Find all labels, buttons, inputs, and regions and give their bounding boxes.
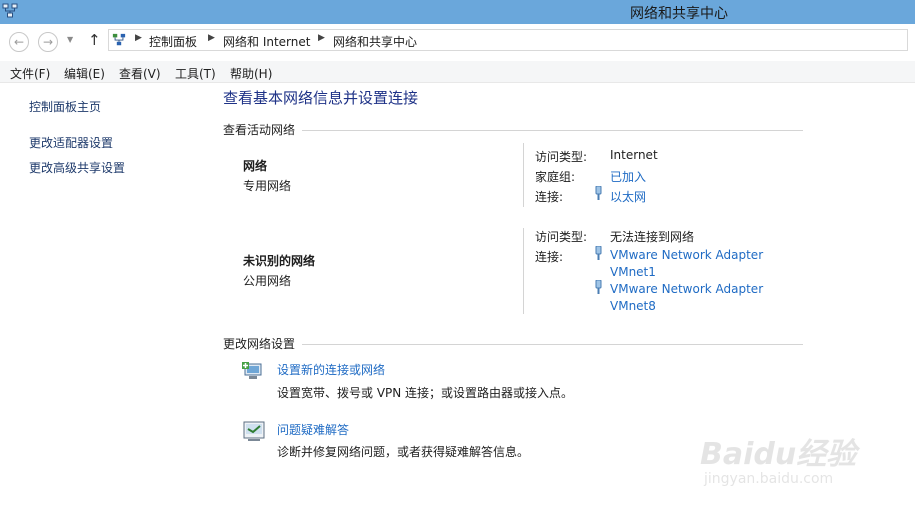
sidebar-item-change-advanced-sharing[interactable]: 更改高级共享设置	[29, 159, 125, 176]
watermark-url: jingyan.baidu.com	[704, 471, 834, 487]
address-bar[interactable]: ▶ 控制面板 ▶ 网络和 Internet ▶ 网络和共享中心	[108, 29, 908, 51]
network-name: 未识别的网络	[243, 254, 316, 268]
menu-tools[interactable]: 工具(T)	[175, 65, 216, 82]
title-bar: 网络和共享中心	[0, 0, 915, 24]
vertical-divider	[523, 143, 524, 207]
access-type-label: 访问类型:	[535, 230, 588, 244]
navigation-bar: ← → ▼ ↑ ▶ 控制面板 ▶ 网络和 Internet ▶ 网络和共享中心	[0, 24, 915, 60]
menu-file[interactable]: 文件(F)	[10, 65, 50, 82]
sidebar-item-change-adapter-settings[interactable]: 更改适配器设置	[29, 134, 113, 151]
connection-label: 连接:	[535, 250, 564, 264]
network-type[interactable]: 专用网络	[243, 177, 291, 194]
forward-arrow-icon[interactable]: →	[38, 32, 58, 52]
recent-pages-chevron-icon[interactable]: ▼	[67, 35, 73, 44]
troubleshoot-problems-description: 诊断并修复网络问题，或者获得疑难解答信息。	[277, 445, 530, 459]
troubleshoot-icon	[243, 421, 265, 441]
menu-edit[interactable]: 编辑(E)	[64, 65, 105, 82]
ethernet-plug-icon	[595, 186, 602, 200]
active-networks-heading: 查看活动网络	[223, 123, 296, 137]
network-name: 网络	[243, 159, 268, 173]
troubleshoot-problems-link[interactable]: 问题疑难解答	[277, 421, 349, 438]
breadcrumb-control-panel[interactable]: 控制面板	[149, 33, 197, 50]
ethernet-plug-icon	[595, 246, 602, 260]
breadcrumb-separator-icon[interactable]: ▶	[135, 33, 142, 43]
back-arrow-icon[interactable]: ←	[9, 32, 29, 52]
network-type[interactable]: 公用网络	[243, 272, 291, 289]
menu-bar: 文件(F) 编辑(E) 查看(V) 工具(T) 帮助(H)	[0, 61, 915, 83]
ethernet-connection-link[interactable]: 以太网	[610, 188, 646, 205]
homegroup-label: 家庭组:	[535, 170, 576, 184]
section-divider	[302, 344, 803, 345]
breadcrumb-separator-icon[interactable]: ▶	[318, 33, 325, 43]
breadcrumb-network-internet[interactable]: 网络和 Internet	[223, 33, 310, 50]
baidu-watermark: Baidu经验 jingyan.baidu.com	[700, 425, 875, 510]
page-title: 查看基本网络信息并设置连接	[223, 89, 419, 107]
setup-new-connection-link[interactable]: 设置新的连接或网络	[277, 361, 385, 378]
vmnet1-adapter-link[interactable]: VMnet1	[610, 265, 656, 279]
network-location-icon	[112, 33, 126, 46]
menu-help[interactable]: 帮助(H)	[230, 65, 272, 82]
access-type-label: 访问类型:	[535, 150, 588, 164]
breadcrumb-network-sharing-center[interactable]: 网络和共享中心	[333, 33, 417, 50]
vmnet8-adapter-link[interactable]: VMnet8	[610, 299, 656, 313]
connection-label: 连接:	[535, 190, 564, 204]
ethernet-plug-icon	[595, 280, 602, 294]
vmnet1-adapter-link[interactable]: VMware Network Adapter	[610, 248, 763, 262]
section-divider	[302, 130, 803, 131]
watermark-logo: Baidu经验	[700, 437, 857, 472]
menu-view[interactable]: 查看(V)	[119, 65, 161, 82]
vmnet8-adapter-link[interactable]: VMware Network Adapter	[610, 282, 763, 296]
access-type-value: 无法连接到网络	[610, 230, 695, 244]
new-connection-icon	[242, 362, 262, 379]
breadcrumb-separator-icon[interactable]: ▶	[208, 33, 215, 43]
change-settings-heading: 更改网络设置	[223, 337, 296, 351]
window-title: 网络和共享中心	[630, 6, 728, 22]
up-arrow-icon[interactable]: ↑	[88, 32, 101, 48]
vertical-divider	[523, 228, 524, 314]
sidebar-item-control-panel-home[interactable]: 控制面板主页	[29, 98, 101, 115]
setup-new-connection-description: 设置宽带、拨号或 VPN 连接；或设置路由器或接入点。	[277, 386, 574, 400]
network-center-app-icon[interactable]	[2, 3, 18, 19]
access-type-value: Internet	[610, 148, 658, 162]
homegroup-link[interactable]: 已加入	[610, 168, 646, 185]
